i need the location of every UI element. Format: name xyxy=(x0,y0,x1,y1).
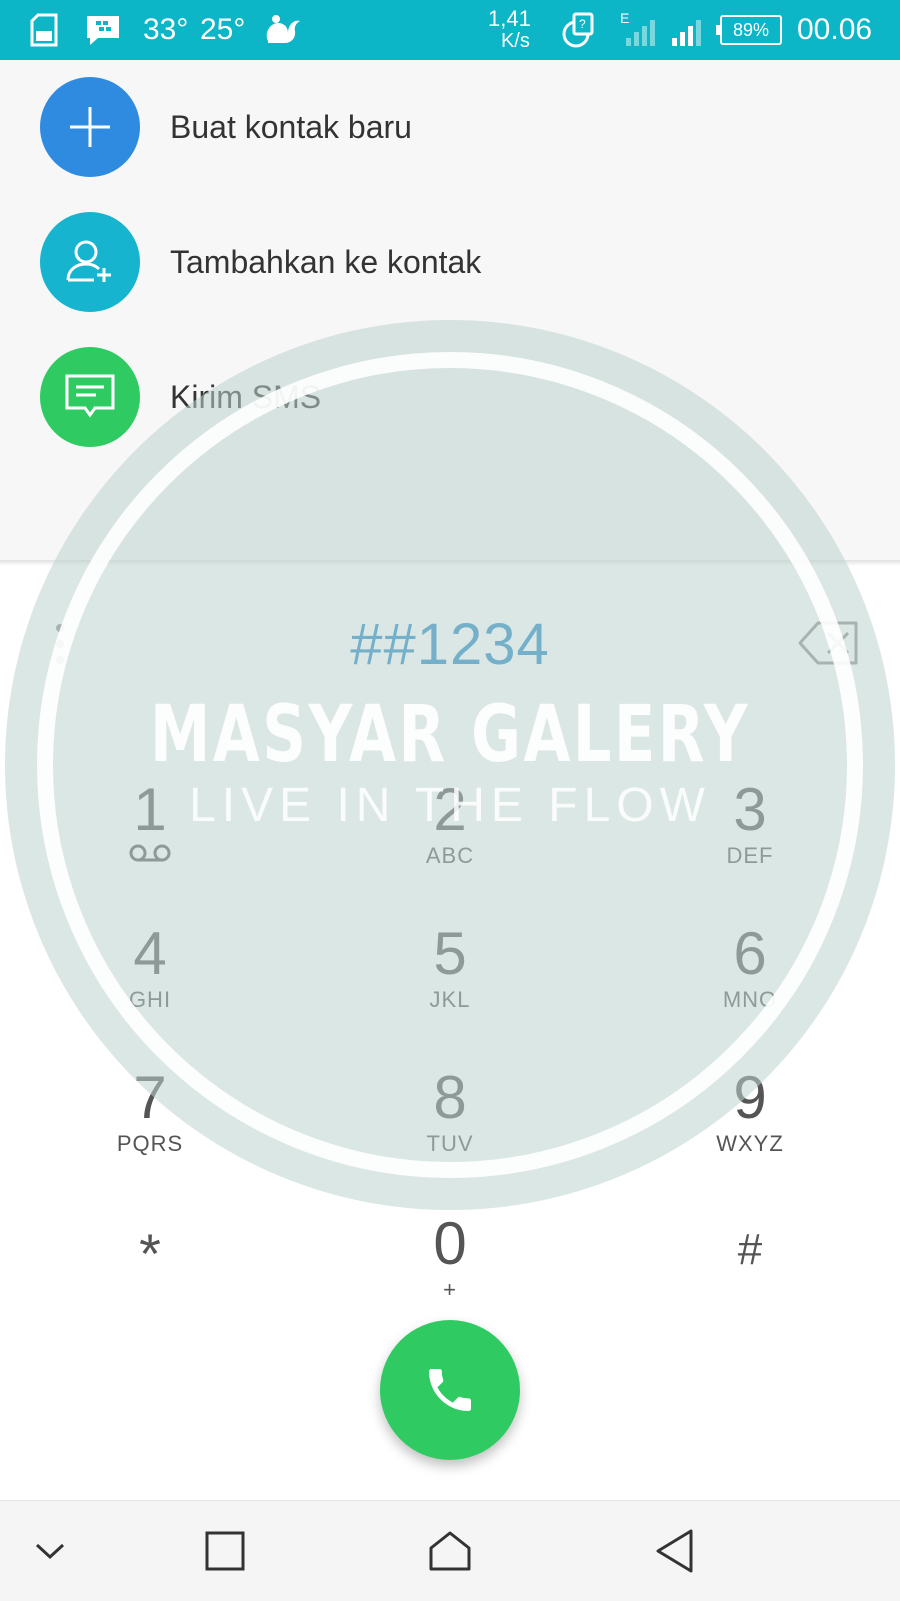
back-triangle-icon xyxy=(656,1529,693,1573)
key-letters: GHI xyxy=(128,987,172,1012)
voicemail-icon xyxy=(50,842,250,871)
watermark-title: MASYAR GALERY xyxy=(149,690,751,780)
key-letters: DEF xyxy=(726,843,774,868)
key-5[interactable]: 5 JKL xyxy=(350,922,550,1042)
network-type-label: E xyxy=(620,10,629,26)
clock: 00.06 xyxy=(797,13,873,46)
signal-sim2-icon xyxy=(670,0,706,60)
key-digit: 5 xyxy=(433,920,467,987)
sim-card-icon xyxy=(30,0,58,60)
action-create-contact[interactable]: Buat kontak baru xyxy=(0,77,900,177)
key-star[interactable]: * xyxy=(50,1222,250,1342)
back-button[interactable] xyxy=(615,1501,735,1601)
key-0[interactable]: 0 + xyxy=(350,1212,550,1332)
navigation-bar xyxy=(0,1500,900,1601)
message-icon xyxy=(40,347,140,447)
add-person-icon xyxy=(40,212,140,312)
bbm-icon xyxy=(84,0,122,60)
svg-text:?: ? xyxy=(579,17,586,31)
key-letters: WXYZ xyxy=(716,1131,784,1156)
battery-icon: 89% xyxy=(716,0,782,60)
key-letters: TUV xyxy=(426,1131,474,1156)
network-speed-value: 1,41 xyxy=(488,6,531,31)
key-4[interactable]: 4 GHI xyxy=(50,922,250,1042)
key-letters: JKL xyxy=(429,987,471,1012)
key-6[interactable]: 6 MNO xyxy=(650,922,850,1042)
backspace-icon[interactable] xyxy=(798,620,860,666)
panel-divider xyxy=(0,560,900,566)
phone-icon xyxy=(429,1369,471,1411)
key-letters: MNO xyxy=(722,987,778,1012)
key-hash[interactable]: # xyxy=(650,1218,850,1338)
square-icon xyxy=(205,1531,245,1571)
action-send-sms[interactable]: Kirim SMS xyxy=(0,347,900,447)
key-digit: 4 xyxy=(133,920,167,987)
key-digit: * xyxy=(139,1222,161,1285)
status-bar: 33° 25° 1,41 K/s ? E 89% 00.06 xyxy=(0,0,900,60)
home-icon xyxy=(429,1531,471,1571)
key-9[interactable]: 9 WXYZ xyxy=(650,1066,850,1186)
home-button[interactable] xyxy=(390,1501,510,1601)
action-label: Tambahkan ke kontak xyxy=(170,243,482,280)
key-digit: 6 xyxy=(733,920,767,987)
network-speed: 1,41 K/s xyxy=(488,0,531,60)
recent-apps-button[interactable] xyxy=(165,1501,285,1601)
key-digit: 7 xyxy=(133,1064,167,1131)
call-button[interactable] xyxy=(380,1320,520,1460)
key-digit: 0 xyxy=(433,1210,467,1277)
key-letters: PQRS xyxy=(116,1131,184,1156)
key-digit: 8 xyxy=(433,1064,467,1131)
collapse-chevron-icon[interactable] xyxy=(0,1501,110,1601)
key-letters: ABC xyxy=(425,843,475,868)
overflow-menu-icon[interactable] xyxy=(50,620,70,670)
key-digit: # xyxy=(737,1225,763,1274)
action-label: Buat kontak baru xyxy=(170,108,412,145)
data-roaming-icon: ? xyxy=(560,0,598,60)
key-8[interactable]: 8 TUV xyxy=(350,1066,550,1186)
battery-level: 89% xyxy=(732,19,770,40)
temperature-1: 33° xyxy=(143,13,189,46)
network-speed-unit: K/s xyxy=(500,30,530,52)
plus-icon xyxy=(40,77,140,177)
action-label: Kirim SMS xyxy=(170,378,322,415)
dialed-number[interactable]: ##1234 xyxy=(200,610,700,680)
uc-browser-icon xyxy=(262,0,302,60)
key-digit: 9 xyxy=(733,1064,767,1131)
action-add-to-contact[interactable]: Tambahkan ke kontak xyxy=(0,212,900,312)
key-letters: + xyxy=(443,1277,457,1302)
watermark-subtitle: LIVE IN THE FLOW xyxy=(189,779,711,832)
signal-sim1-icon: E xyxy=(620,0,660,60)
temperature-2: 25° xyxy=(200,13,246,46)
key-7[interactable]: 7 PQRS xyxy=(50,1066,250,1186)
